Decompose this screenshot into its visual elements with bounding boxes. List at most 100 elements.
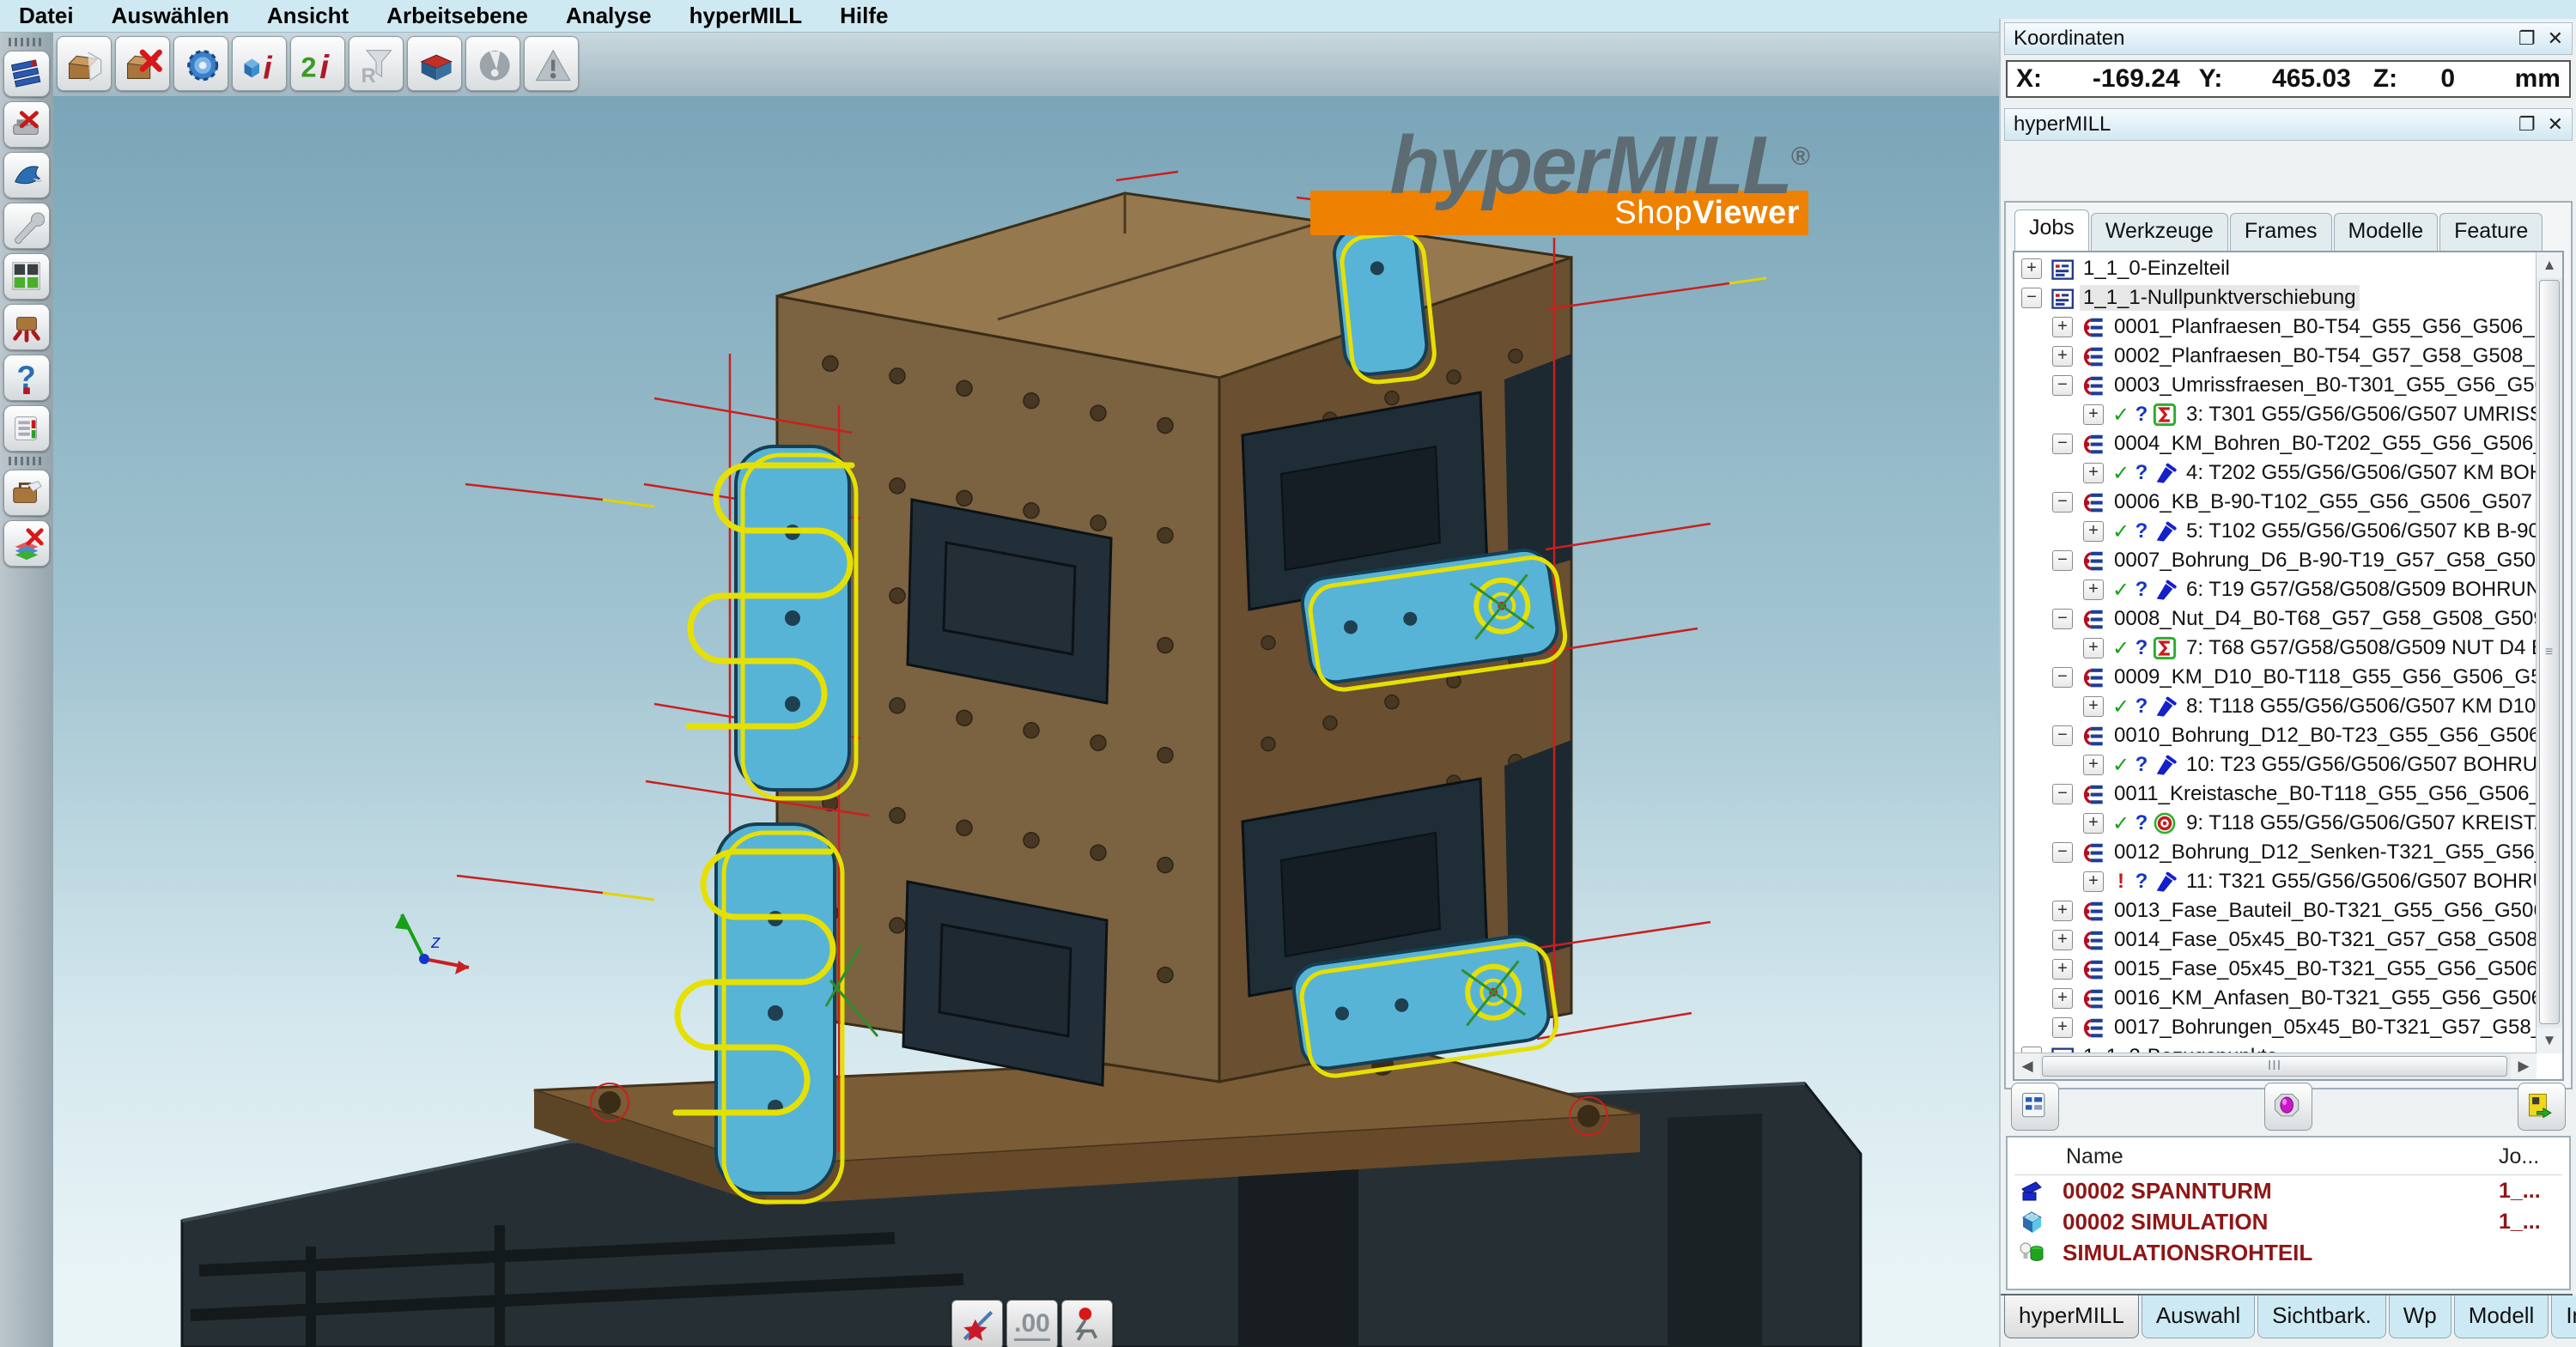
tree-row-label[interactable]: 0015_Fase_05x45_B0-T321_G55_G56_G506_G50…: [2111, 956, 2537, 982]
close-icon[interactable]: ✕: [2548, 113, 2563, 136]
open-model-button[interactable]: [57, 36, 112, 91]
tree-expander[interactable]: +: [2083, 871, 2104, 892]
menu-item-ansicht[interactable]: Ansicht: [267, 3, 349, 29]
tree-row[interactable]: − 0009_KM_D10_B0-T118_G55_G56_G506_G507: [2014, 663, 2537, 692]
tree-row[interactable]: −0006_KB_B-90-T102_G55_G56_G506_G507: [2014, 488, 2537, 517]
pick-point-button[interactable]: [951, 1300, 1003, 1347]
tree-row-label[interactable]: 8: T118 G55/G56/G506/G507 KM D10 B0: [2183, 694, 2537, 719]
tree-row[interactable]: +✓?9: T118 G55/G56/G506/G507 KREISTASCHE: [2014, 809, 2537, 838]
table-row[interactable]: 00002 SIMULATION1_...: [2014, 1206, 2562, 1237]
tree-row[interactable]: +0015_Fase_05x45_B0-T321_G55_G56_G506_G5…: [2014, 955, 2537, 984]
bottom-tab-info[interactable]: Info: [2551, 1295, 2576, 1338]
model-info-button[interactable]: i: [232, 36, 287, 91]
bottom-tab-hypermill[interactable]: hyperMILL: [2004, 1295, 2139, 1338]
toolbar-grip[interactable]: [9, 457, 45, 465]
tree-row[interactable]: +✓?3: T301 G55/G56/G506/G507 UMRISSFRAES: [2014, 400, 2537, 429]
tree-expander[interactable]: −: [2021, 288, 2042, 308]
viewport-3d[interactable]: z hyperMILL® ShopViewer .00: [53, 96, 1999, 1347]
tree-expander[interactable]: +: [2052, 930, 2073, 950]
scrollbar-thumb[interactable]: ≡: [2539, 280, 2560, 1024]
tree-row-label[interactable]: 6: T19 G57/G58/G508/G509 BOHRUNG D6: [2183, 577, 2537, 603]
tree-expander[interactable]: +: [2052, 901, 2073, 921]
tree-row-label[interactable]: 4: T202 G55/G56/G506/G507 KM BOHREN: [2183, 460, 2537, 486]
tree-expander[interactable]: +: [2083, 696, 2104, 717]
float-icon[interactable]: ❐: [2518, 113, 2536, 136]
tree-expander[interactable]: +: [2052, 988, 2073, 1009]
tree-row-label[interactable]: 0016_KM_Anfasen_B0-T321_G55_G56_G506_G50: [2111, 986, 2537, 1011]
tree-expander[interactable]: +: [2083, 638, 2104, 658]
tree-row-label[interactable]: 0003_Umrissfraesen_B0-T301_G55_G56_G506_…: [2111, 373, 2537, 398]
exit-yellow-button[interactable]: [2518, 1083, 2566, 1131]
float-icon[interactable]: ❐: [2518, 27, 2536, 50]
tree-row[interactable]: − 0010_Bohrung_D12_B0-T23_G55_G56_G506_G5…: [2014, 721, 2537, 750]
filter-r-button[interactable]: R: [349, 36, 404, 91]
tab-modelle[interactable]: Modelle: [2334, 213, 2439, 251]
menu-item-hypermill[interactable]: hyperMILL: [690, 3, 802, 29]
bottom-tab-modell[interactable]: Modell: [2454, 1295, 2549, 1338]
tree-row[interactable]: +✓?10: T23 G55/G56/G506/G507 BOHRUNG D1: [2014, 750, 2537, 780]
tree-row[interactable]: − 1_1_1-Nullpunktverschiebung: [2014, 283, 2537, 312]
scroll-down-arrow[interactable]: ▼: [2537, 1028, 2562, 1053]
tree-row-label[interactable]: 10: T23 G55/G56/G506/G507 BOHRUNG D1: [2183, 752, 2537, 778]
tree-row-label[interactable]: 0004_KM_Bohren_B0-T202_G55_G56_G506_G507: [2111, 431, 2537, 457]
clamp-button[interactable]: [465, 36, 520, 91]
tree-expander[interactable]: +: [2052, 317, 2073, 337]
tree-row-label[interactable]: 0002_Planfraesen_B0-T54_G57_G58_G508_G50…: [2111, 343, 2537, 369]
bottom-tab-sichtbark[interactable]: Sichtbark.: [2257, 1295, 2386, 1338]
tree-row[interactable]: +✓?7: T68 G57/G58/G508/G509 NUT D4 B0: [2014, 634, 2537, 663]
tree-expander[interactable]: −: [2052, 434, 2073, 454]
tree-expander[interactable]: +: [2052, 1017, 2073, 1038]
tree-row-label[interactable]: 0013_Fase_Bauteil_B0-T321_G55_G56_G506_G…: [2111, 898, 2537, 924]
sphere-button[interactable]: [2264, 1083, 2312, 1131]
tree-expander[interactable]: −: [2052, 725, 2073, 746]
tree-expander[interactable]: +: [2052, 959, 2073, 980]
bottom-tab-wp[interactable]: Wp: [2389, 1295, 2451, 1338]
remove-layers-button[interactable]: [3, 520, 50, 567]
tree-row[interactable]: +0013_Fase_Bauteil_B0-T321_G55_G56_G506_…: [2014, 896, 2537, 925]
surface-sheet-button[interactable]: [3, 152, 50, 198]
tree-row[interactable]: +1_1_0-Einzelteil: [2014, 254, 2537, 283]
tree-row[interactable]: +0017_Bohrungen_05x45_B0-T321_G57_G58_G5…: [2014, 1013, 2537, 1042]
tree-row-label[interactable]: 0010_Bohrung_D12_B0-T23_G55_G56_G506_G50: [2111, 723, 2537, 749]
machine-remove-button[interactable]: [3, 101, 50, 148]
layout-list-button[interactable]: [2011, 1083, 2059, 1131]
tree-row-label[interactable]: 9: T118 G55/G56/G506/G507 KREISTASCHE: [2183, 810, 2537, 836]
scroll-up-arrow[interactable]: ▲: [2537, 252, 2562, 278]
toolbar-grip[interactable]: [9, 38, 45, 46]
tree-row-label[interactable]: 0009_KM_D10_B0-T118_G55_G56_G506_G507: [2111, 664, 2537, 690]
wrench-button[interactable]: [3, 203, 50, 249]
tree-row[interactable]: − 0004_KM_Bohren_B0-T202_G55_G56_G506_G50…: [2014, 429, 2537, 458]
tree-row-label[interactable]: 0006_KB_B-90-T102_G55_G56_G506_G507: [2111, 489, 2536, 515]
tab-feature[interactable]: Feature: [2439, 213, 2543, 251]
view-panels-button[interactable]: [3, 253, 50, 300]
job-settings-button[interactable]: [3, 405, 50, 452]
tree-row[interactable]: − 0008_Nut_D4_B0-T68_G57_G58_G508_G509: [2014, 604, 2537, 634]
tree-row[interactable]: +✓?8: T118 G55/G56/G506/G507 KM D10 B0: [2014, 692, 2537, 721]
tree-expander[interactable]: −: [2052, 784, 2073, 804]
menu-item-arbeitsebene[interactable]: Arbeitsebene: [386, 3, 528, 29]
menu-item-hilfe[interactable]: Hilfe: [840, 3, 888, 29]
decimal-display-button[interactable]: .00: [1006, 1300, 1058, 1347]
tree-row-label[interactable]: 0008_Nut_D4_B0-T68_G57_G58_G508_G509: [2111, 606, 2537, 632]
tree-row[interactable]: − 0011_Kreistasche_B0-T118_G55_G56_G506_G…: [2014, 780, 2537, 809]
tree-horizontal-scrollbar[interactable]: ◀ III ▶: [2014, 1053, 2537, 1079]
job-list-button[interactable]: [3, 51, 50, 97]
tree-expander[interactable]: +: [2083, 755, 2104, 775]
tree-row-label[interactable]: 1_1_1-Nullpunktverschiebung: [2080, 285, 2360, 311]
tab-werkzeuge[interactable]: Werkzeuge: [2091, 213, 2228, 251]
probe-button[interactable]: [1061, 1300, 1113, 1347]
stock-box-button[interactable]: [407, 36, 462, 91]
tree-expander[interactable]: +: [2083, 521, 2104, 542]
tree-row-label[interactable]: 0011_Kreistasche_B0-T118_G55_G56_G506_G5…: [2111, 781, 2537, 807]
tree-row[interactable]: +0016_KM_Anfasen_B0-T321_G55_G56_G506_G5…: [2014, 984, 2537, 1013]
tree-expander[interactable]: −: [2052, 609, 2073, 629]
tree-expander[interactable]: −: [2052, 375, 2073, 396]
tree-expander[interactable]: −: [2052, 842, 2073, 863]
tree-expander[interactable]: +: [2083, 579, 2104, 600]
tree-row[interactable]: +✓?6: T19 G57/G58/G508/G509 BOHRUNG D6: [2014, 575, 2537, 604]
tree-expander[interactable]: −: [2052, 550, 2073, 571]
tree-expander[interactable]: +: [2021, 258, 2042, 279]
tree-row-label[interactable]: 3: T301 G55/G56/G506/G507 UMRISSFRAES: [2183, 402, 2537, 428]
tree-expander[interactable]: −: [2052, 667, 2073, 688]
tree-row-label[interactable]: 11: T321 G55/G56/G506/G507 BOHRUNG D: [2183, 869, 2537, 895]
